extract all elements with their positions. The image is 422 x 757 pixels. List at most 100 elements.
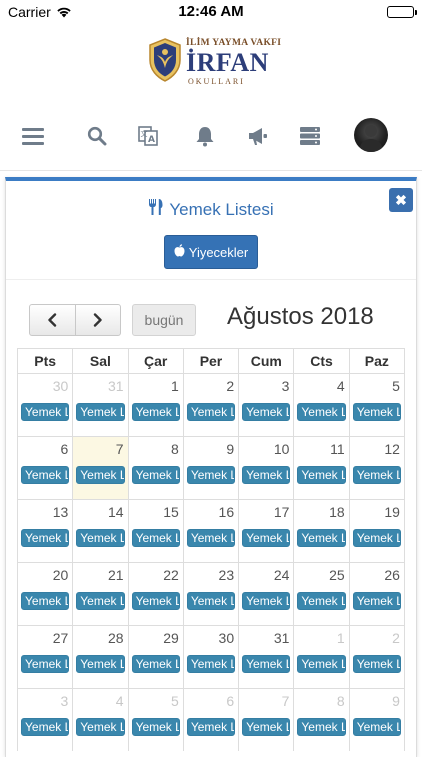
calendar-day-cell[interactable]: 30 Yemek L <box>182 626 238 688</box>
meal-event[interactable]: Yemek L <box>131 718 180 736</box>
meal-event[interactable]: Yemek L <box>76 529 125 547</box>
calendar-day-cell[interactable]: 26 Yemek L <box>348 563 404 625</box>
meal-event[interactable]: Yemek L <box>242 403 291 421</box>
meal-event[interactable]: Yemek L <box>242 466 291 484</box>
calendar-day-cell[interactable]: 30 Yemek L <box>18 374 72 436</box>
meal-event[interactable]: Yemek L <box>352 655 401 673</box>
calendar-day-cell[interactable]: 20 Yemek L <box>18 563 72 625</box>
meal-event[interactable]: Yemek L <box>352 529 401 547</box>
calendar-day-cell[interactable]: 3 Yemek L <box>238 374 293 436</box>
calendar-day-cell[interactable]: 7 Yemek L <box>238 689 293 751</box>
calendar-day-cell[interactable]: 19 Yemek L <box>348 500 404 562</box>
meal-event[interactable]: Yemek L <box>21 466 70 484</box>
meal-event[interactable]: Yemek L <box>242 718 291 736</box>
calendar-day-cell[interactable]: 5 Yemek L <box>348 374 404 436</box>
list-icon[interactable] <box>292 118 328 154</box>
calendar-day-cell[interactable]: 29 Yemek L <box>127 626 183 688</box>
meal-event[interactable]: Yemek L <box>21 655 70 673</box>
meal-event[interactable]: Yemek L <box>21 718 70 736</box>
meal-event[interactable]: Yemek L <box>297 718 346 736</box>
prev-month-button[interactable] <box>30 305 75 335</box>
calendar-day-cell[interactable]: 31 Yemek L <box>72 374 127 436</box>
translate-icon[interactable]: A文 <box>130 118 166 154</box>
day-number: 20 <box>52 567 69 583</box>
calendar-day-cell[interactable]: 31 Yemek L <box>238 626 293 688</box>
megaphone-icon[interactable] <box>240 118 276 154</box>
calendar-day-cell[interactable]: 1 Yemek L <box>127 374 183 436</box>
calendar-day-cell[interactable]: 9 Yemek L <box>348 689 404 751</box>
user-avatar[interactable] <box>354 118 388 152</box>
calendar-day-cell[interactable]: 18 Yemek L <box>293 500 348 562</box>
calendar-day-cell[interactable]: 1 Yemek L <box>293 626 348 688</box>
meal-event[interactable]: Yemek L <box>242 592 291 610</box>
calendar-day-cell[interactable]: 2 Yemek L <box>348 626 404 688</box>
foods-button[interactable]: Yiyecekler <box>164 235 258 269</box>
calendar-day-cell[interactable]: 27 Yemek L <box>18 626 72 688</box>
calendar-day-cell[interactable]: 10 Yemek L <box>238 437 293 499</box>
meal-event[interactable]: Yemek L <box>131 529 180 547</box>
calendar-day-cell[interactable]: 6 Yemek L <box>18 437 72 499</box>
calendar-day-cell[interactable]: 5 Yemek L <box>127 689 183 751</box>
meal-event[interactable]: Yemek L <box>297 529 346 547</box>
meal-event[interactable]: Yemek L <box>352 466 401 484</box>
meal-event[interactable]: Yemek L <box>76 718 125 736</box>
bell-icon[interactable] <box>187 118 223 154</box>
calendar-day-cell[interactable]: 15 Yemek L <box>127 500 183 562</box>
meal-event[interactable]: Yemek L <box>131 466 180 484</box>
calendar-day-cell[interactable]: 16 Yemek L <box>182 500 238 562</box>
calendar-day-cell[interactable]: 17 Yemek L <box>238 500 293 562</box>
today-button[interactable]: bugün <box>132 304 196 336</box>
calendar-day-cell[interactable]: 8 Yemek L <box>293 689 348 751</box>
meal-event[interactable]: Yemek L <box>76 655 125 673</box>
apple-icon <box>174 244 185 260</box>
meal-event[interactable]: Yemek L <box>186 466 236 484</box>
meal-event[interactable]: Yemek L <box>76 403 125 421</box>
meal-event[interactable]: Yemek L <box>76 466 125 484</box>
meal-event[interactable]: Yemek L <box>186 403 236 421</box>
meal-event[interactable]: Yemek L <box>297 655 346 673</box>
calendar-day-cell[interactable]: 23 Yemek L <box>182 563 238 625</box>
calendar-day-cell[interactable]: 3 Yemek L <box>18 689 72 751</box>
calendar-day-cell[interactable]: 4 Yemek L <box>293 374 348 436</box>
meal-event[interactable]: Yemek L <box>131 655 180 673</box>
meal-event[interactable]: Yemek L <box>352 718 401 736</box>
meal-event[interactable]: Yemek L <box>76 592 125 610</box>
calendar-day-cell[interactable]: 28 Yemek L <box>72 626 127 688</box>
meal-event[interactable]: Yemek L <box>186 529 236 547</box>
meal-event[interactable]: Yemek L <box>186 718 236 736</box>
weekday-label: Pts <box>34 353 57 369</box>
day-number: 3 <box>60 693 69 709</box>
calendar-day-cell[interactable]: 22 Yemek L <box>127 563 183 625</box>
meal-event[interactable]: Yemek L <box>21 403 70 421</box>
calendar-day-cell[interactable]: 12 Yemek L <box>348 437 404 499</box>
next-month-button[interactable] <box>74 305 120 335</box>
meal-event[interactable]: Yemek L <box>242 529 291 547</box>
calendar-day-cell[interactable]: 6 Yemek L <box>182 689 238 751</box>
meal-event[interactable]: Yemek L <box>352 403 401 421</box>
calendar-day-cell[interactable]: 2 Yemek L <box>182 374 238 436</box>
logo-sub-text: OKULLARI <box>188 77 245 86</box>
calendar-day-cell[interactable]: 8 Yemek L <box>127 437 183 499</box>
calendar-day-cell[interactable]: 9 Yemek L <box>182 437 238 499</box>
calendar-day-cell[interactable]: 25 Yemek L <box>293 563 348 625</box>
calendar-day-cell[interactable]: 24 Yemek L <box>238 563 293 625</box>
meal-event[interactable]: Yemek L <box>297 403 346 421</box>
search-icon[interactable] <box>79 118 115 154</box>
calendar-day-cell[interactable]: 21 Yemek L <box>72 563 127 625</box>
calendar-day-cell[interactable]: 4 Yemek L <box>72 689 127 751</box>
meal-event[interactable]: Yemek L <box>352 592 401 610</box>
meal-event[interactable]: Yemek L <box>186 592 236 610</box>
menu-icon[interactable] <box>15 118 51 154</box>
calendar-day-cell[interactable]: 14 Yemek L <box>72 500 127 562</box>
meal-event[interactable]: Yemek L <box>131 592 180 610</box>
meal-event[interactable]: Yemek L <box>131 403 180 421</box>
calendar-day-cell[interactable]: 13 Yemek L <box>18 500 72 562</box>
meal-event[interactable]: Yemek L <box>21 592 70 610</box>
calendar-day-cell[interactable]: 11 Yemek L <box>293 437 348 499</box>
calendar-day-cell[interactable]: 7 Yemek L <box>72 437 128 499</box>
meal-event[interactable]: Yemek L <box>186 655 236 673</box>
meal-event[interactable]: Yemek L <box>21 529 70 547</box>
meal-event[interactable]: Yemek L <box>297 592 346 610</box>
meal-event[interactable]: Yemek L <box>297 466 346 484</box>
meal-event[interactable]: Yemek L <box>242 655 291 673</box>
